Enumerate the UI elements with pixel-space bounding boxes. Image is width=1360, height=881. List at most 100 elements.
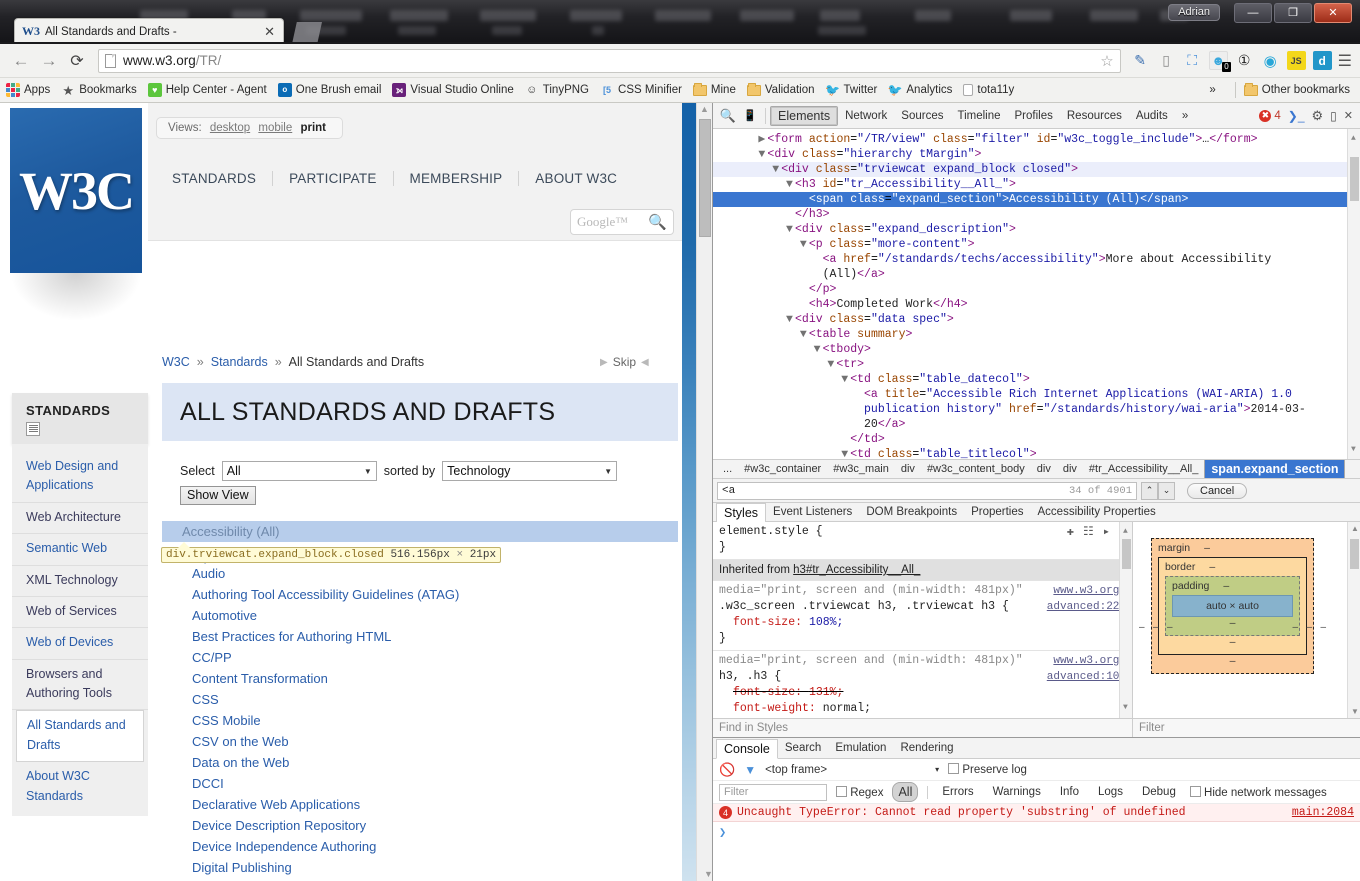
dom-node-line[interactable]: ▼ <table summary>: [713, 327, 1360, 342]
tab-rendering[interactable]: Rendering: [893, 740, 960, 756]
prop-name[interactable]: font-size: [719, 616, 795, 629]
list-item[interactable]: CSS Mobile: [162, 710, 678, 731]
level-debug[interactable]: Debug: [1137, 785, 1181, 799]
bookmark-bookmarks[interactable]: ★ Bookmarks: [61, 83, 136, 97]
inspect-element-icon[interactable]: 🔍: [717, 108, 739, 124]
preserve-log-checkbox[interactable]: Preserve log: [948, 763, 1027, 776]
console-filter-input[interactable]: Filter: [719, 783, 827, 801]
scroll-down-icon[interactable]: ▼: [700, 869, 712, 879]
box-model-scrollbar[interactable]: ▲ ▼: [1347, 522, 1360, 718]
reload-icon[interactable]: ⟳: [64, 48, 90, 74]
tab-styles[interactable]: Styles: [716, 502, 767, 523]
nav-about-w3c[interactable]: ABOUT W3C: [519, 171, 633, 186]
crumb-w3c-container[interactable]: #w3c_container: [738, 461, 827, 477]
eyedropper-icon[interactable]: ✎: [1131, 51, 1150, 70]
dock-icon[interactable]: ▯: [1330, 109, 1337, 123]
search-prev-button[interactable]: ⌃: [1141, 481, 1158, 500]
device-toggle-icon[interactable]: 📱: [739, 109, 761, 122]
dom-node-line[interactable]: ▼ <td class="table_datecol">: [713, 372, 1360, 387]
list-item[interactable]: Best Practices for Authoring HTML: [162, 626, 678, 647]
error-count-badge[interactable]: ✖ 4: [1259, 109, 1281, 122]
sidebar-item-browsers-authoring-tools[interactable]: Browsers and Authoring Tools: [12, 660, 148, 711]
bookmark-twitter[interactable]: 🐦 Twitter: [825, 83, 877, 97]
d-icon[interactable]: d: [1312, 51, 1332, 70]
padding-right-value[interactable]: –: [1292, 622, 1298, 633]
scroll-down-icon[interactable]: ▼: [1123, 700, 1128, 716]
crumb-ellipsis[interactable]: ...: [717, 461, 738, 477]
list-item[interactable]: CSV on the Web: [162, 731, 678, 752]
dom-node-line[interactable]: ▶ <form action="/TR/view" class="filter" …: [713, 132, 1360, 147]
dom-tree-scrollbar[interactable]: ▲ ▼: [1347, 129, 1360, 459]
border-bottom-value[interactable]: –: [1165, 636, 1300, 648]
class-toggle-icon[interactable]: ▸: [1103, 524, 1110, 540]
computed-filter-input[interactable]: Filter: [1133, 722, 1165, 734]
bookmark-css-minifier[interactable]: [5 CSS Minifier: [600, 83, 682, 97]
crumb-div2[interactable]: div: [1031, 461, 1057, 477]
dom-node-line[interactable]: ▼ <h3 id="tr_Accessibility__All_">: [713, 177, 1360, 192]
margin-left-value[interactable]: –: [1139, 622, 1145, 633]
crumb-div3[interactable]: div: [1057, 461, 1083, 477]
screenshot-icon[interactable]: ⛶: [1183, 51, 1202, 70]
crumb-w3c-main[interactable]: #w3c_main: [827, 461, 895, 477]
margin-right-value[interactable]: –: [1320, 622, 1326, 633]
page-scrollbar[interactable]: ▲ ▼: [696, 103, 712, 881]
close-icon[interactable]: ✕: [1344, 109, 1353, 122]
dom-node-line[interactable]: <a href="/standards/techs/accessibility"…: [713, 252, 1360, 267]
minimize-button[interactable]: —: [1234, 3, 1272, 23]
chrome-menu-icon[interactable]: ☰: [1338, 51, 1352, 71]
level-logs[interactable]: Logs: [1093, 785, 1128, 799]
dom-node-line[interactable]: ▼ <div class="trviewcat expand_block clos…: [713, 162, 1360, 177]
tab-dom-breakpoints[interactable]: DOM Breakpoints: [859, 504, 964, 520]
styles-rules-pane[interactable]: ✚ ☷ ▸ element.style { } Inherited from h…: [713, 522, 1133, 718]
magnifier-icon[interactable]: 🔍: [648, 213, 667, 231]
close-button[interactable]: ✕: [1314, 3, 1352, 23]
scroll-up-icon[interactable]: ▲: [700, 104, 709, 114]
rule-element-style[interactable]: ✚ ☷ ▸ element.style { }: [713, 522, 1132, 560]
dom-node-line[interactable]: <a title="Accessible Rich Internet Appli…: [713, 387, 1360, 402]
margin-bottom-value[interactable]: –: [1158, 655, 1307, 667]
nav-standards[interactable]: STANDARDS: [156, 171, 274, 186]
padding-left-value[interactable]: –: [1167, 622, 1173, 633]
dom-node-line[interactable]: (All)</a>: [713, 267, 1360, 282]
list-item[interactable]: Device Description Repository: [162, 815, 678, 836]
element-state-icon[interactable]: ☷: [1083, 524, 1094, 540]
search-cancel-button[interactable]: Cancel: [1187, 482, 1248, 499]
tab-profiles[interactable]: Profiles: [1008, 107, 1060, 125]
margin-value[interactable]: –: [1204, 542, 1210, 554]
find-in-styles-input[interactable]: Find in Styles: [713, 719, 1133, 737]
bookmark-folder-mine[interactable]: Mine: [692, 82, 736, 97]
site-search-box[interactable]: Google™ 🔍: [570, 209, 674, 235]
dom-node-line[interactable]: ▼ <tr>: [713, 357, 1360, 372]
show-view-button[interactable]: Show View: [180, 486, 256, 505]
scroll-up-icon[interactable]: ▲: [1123, 524, 1128, 540]
highlighted-category-row[interactable]: Accessibility (All): [162, 521, 678, 542]
prop-value[interactable]: 131%;: [809, 686, 844, 699]
ghostery-icon[interactable]: ☻ 0: [1208, 51, 1231, 72]
tab-search[interactable]: Search: [778, 740, 828, 756]
border-right-value[interactable]: –: [1306, 622, 1312, 633]
breadcrumb-standards[interactable]: Standards: [211, 355, 268, 369]
tab-event-listeners[interactable]: Event Listeners: [766, 504, 859, 520]
dom-node-line[interactable]: <span class="expand_section">Accessibili…: [713, 192, 1360, 207]
hide-network-checkbox[interactable]: Hide network messages: [1189, 785, 1327, 799]
padding-bottom-value[interactable]: –: [1172, 617, 1293, 629]
sidebar-item-web-of-services[interactable]: Web of Services: [12, 597, 148, 629]
tab-accessibility-properties[interactable]: Accessibility Properties: [1031, 504, 1163, 520]
bookmark-folder-validation[interactable]: Validation: [746, 82, 815, 97]
list-item[interactable]: Declarative Web Applications: [162, 794, 678, 815]
dom-tree[interactable]: ▶ <form action="/TR/view" class="filter" …: [713, 129, 1360, 459]
border-left-value[interactable]: –: [1153, 622, 1159, 633]
scrollbar-thumb[interactable]: [699, 119, 711, 237]
bookmarks-overflow-button[interactable]: »: [1209, 84, 1215, 96]
rule-source-link[interactable]: www.w3.org/ advanced:107: [1047, 653, 1126, 685]
clear-console-icon[interactable]: 🚫: [719, 762, 735, 778]
box-model-diagram[interactable]: margin – border – padding – auto × auto – –…: [1139, 538, 1326, 674]
level-info[interactable]: Info: [1055, 785, 1084, 799]
bookmark-tinypng[interactable]: ☺ TinyPNG: [525, 83, 589, 97]
tab-timeline[interactable]: Timeline: [950, 107, 1007, 125]
crumb-div[interactable]: div: [895, 461, 921, 477]
rule-source-link[interactable]: www.w3.org/ advanced:224: [1047, 583, 1126, 615]
dom-node-line[interactable]: publication history" href="/standards/hi…: [713, 402, 1360, 417]
bookmark-visual-studio-online[interactable]: ⟕ Visual Studio Online: [392, 83, 514, 97]
forward-icon[interactable]: →: [36, 48, 62, 74]
